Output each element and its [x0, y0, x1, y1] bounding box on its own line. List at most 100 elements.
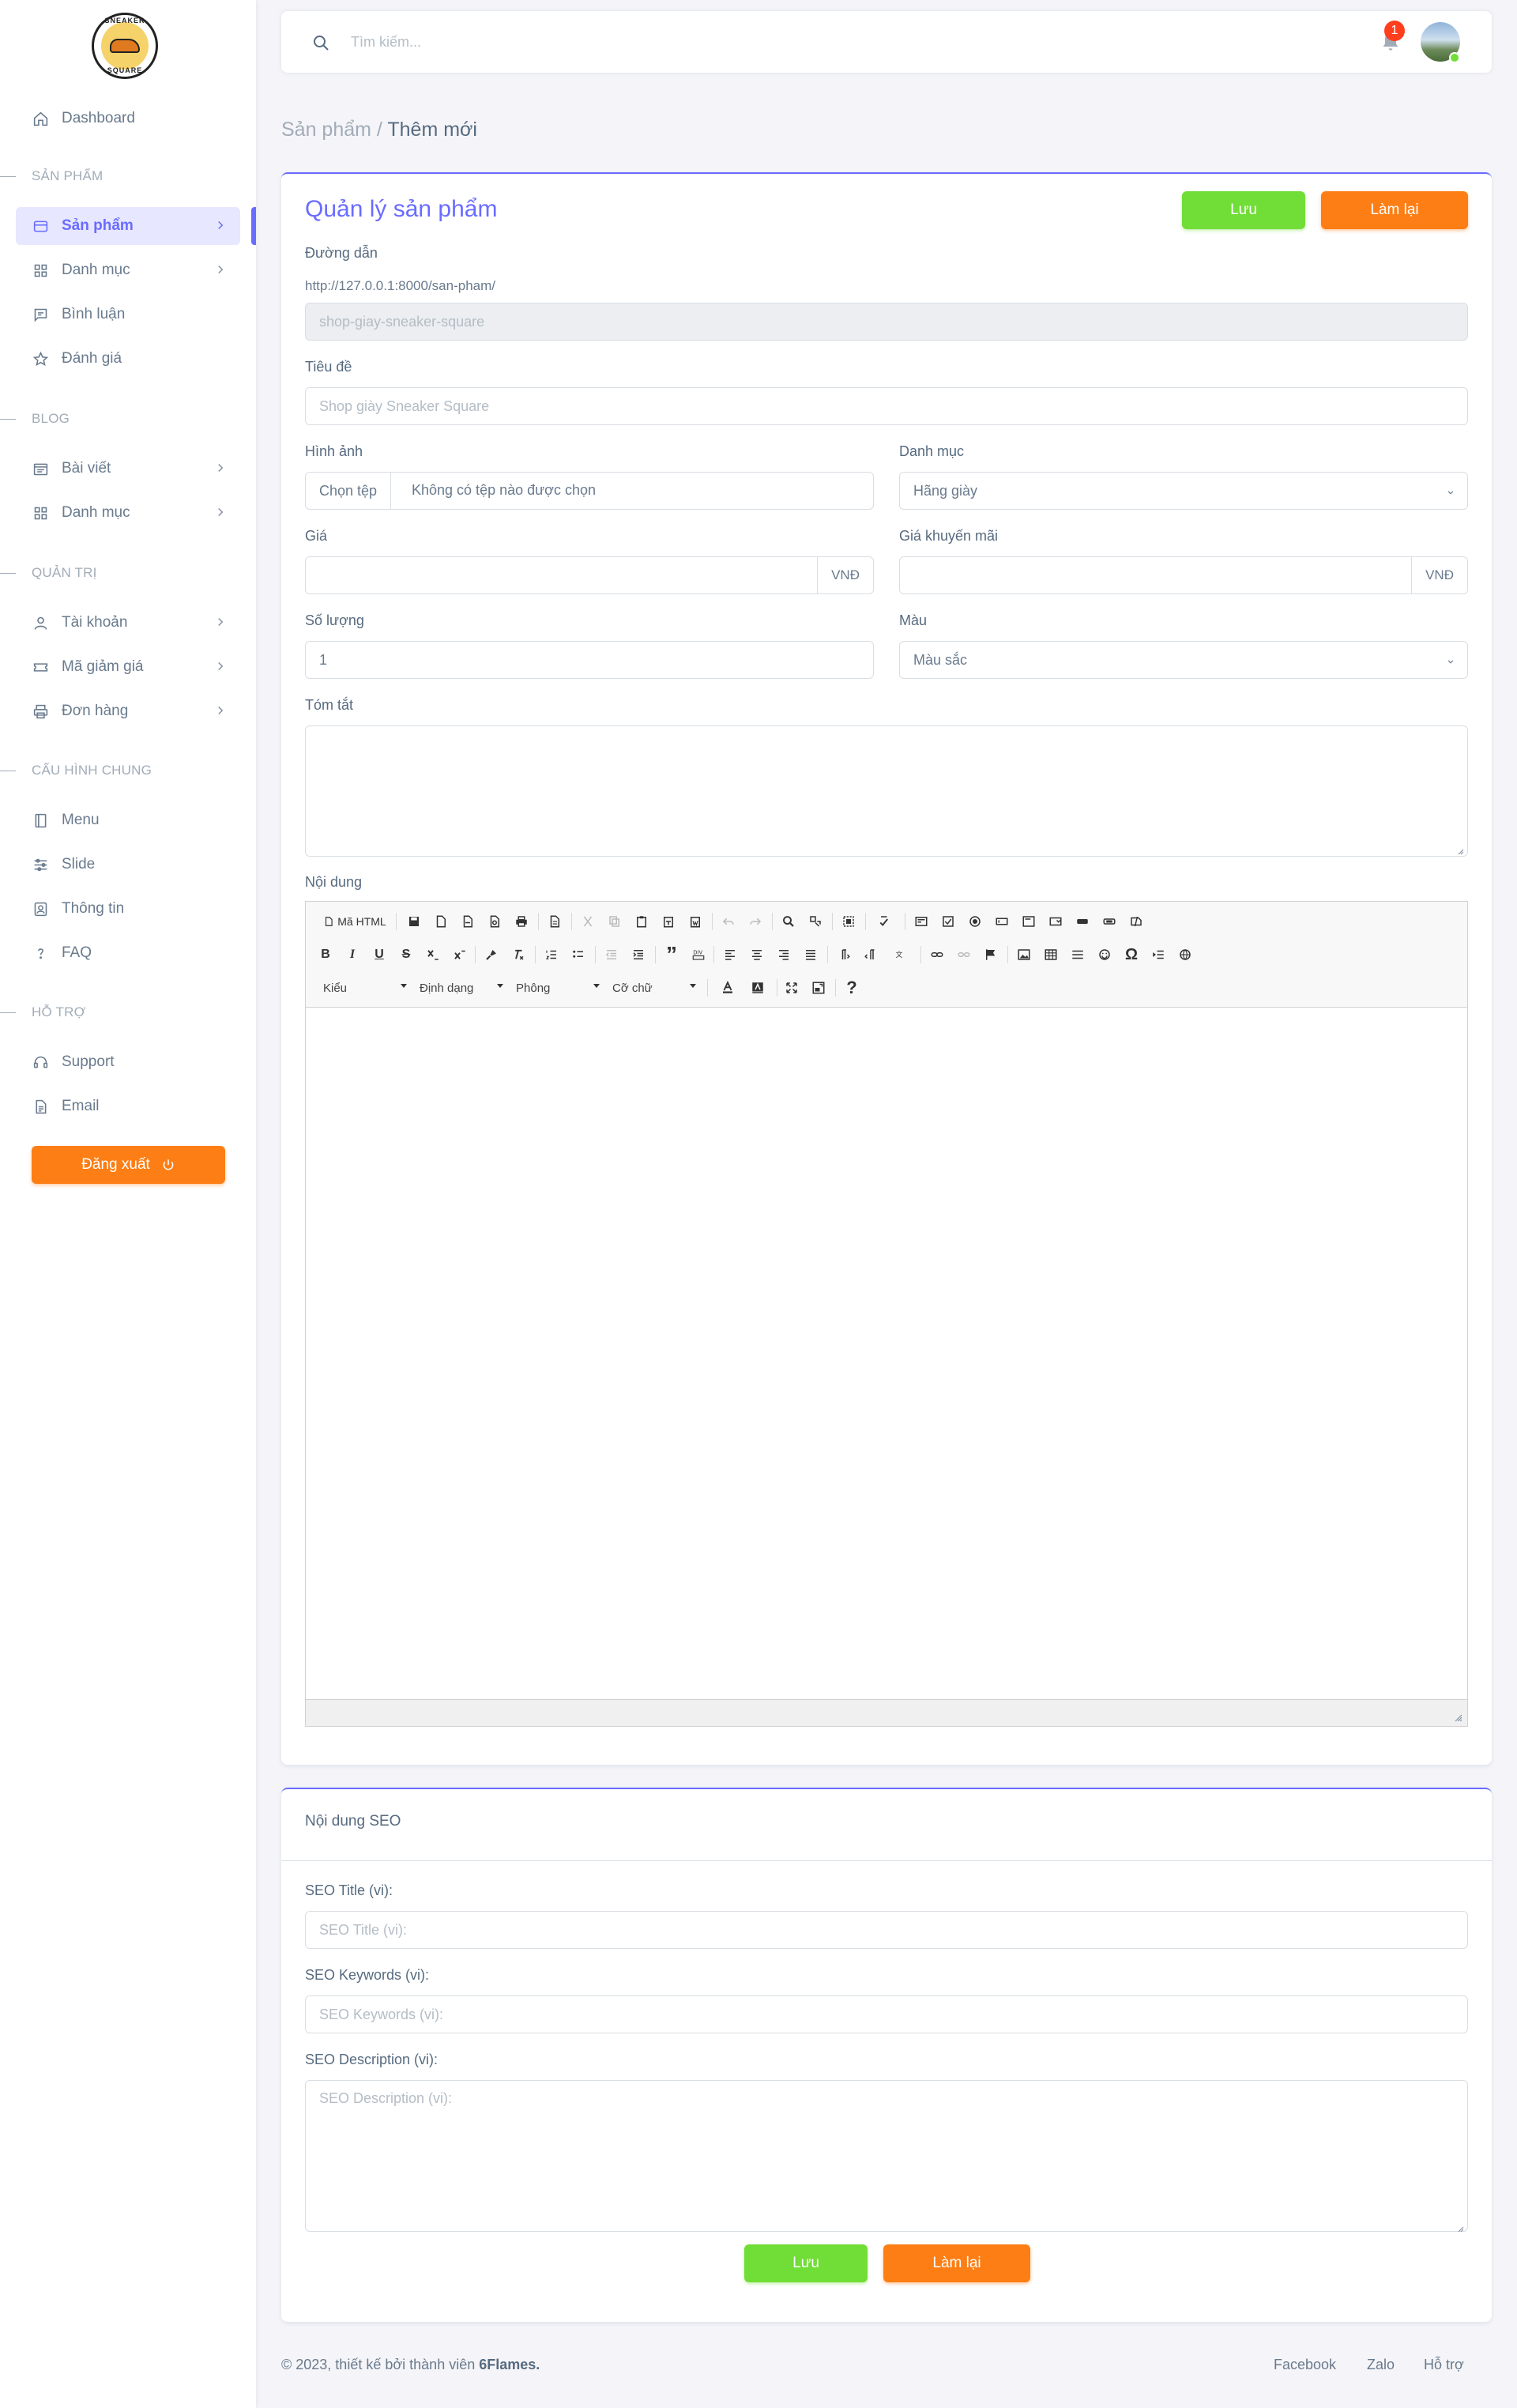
outdent-icon[interactable] [601, 944, 622, 965]
textfield-icon[interactable] [992, 911, 1012, 932]
quantity-field[interactable]: 1 [305, 641, 874, 679]
redo-icon[interactable] [745, 911, 766, 932]
title-field[interactable]: Shop giày Sneaker Square [305, 387, 1468, 425]
save-icon[interactable] [404, 911, 424, 932]
link-icon[interactable] [927, 944, 947, 965]
help-button[interactable]: ? [841, 978, 862, 998]
sidebar-item-comments[interactable]: Bình luận [16, 296, 240, 334]
seo-description-textarea[interactable]: SEO Description (vi): [305, 2080, 1468, 2233]
sidebar-item-email[interactable]: Email [16, 1087, 240, 1125]
sidebar-item-blog-categories[interactable]: Danh mục [16, 494, 240, 532]
div-container-icon[interactable]: DIV [688, 944, 709, 965]
smiley-icon[interactable] [1094, 944, 1115, 965]
sidebar-item-support[interactable]: Support [16, 1043, 240, 1081]
sale-price-field[interactable]: VNĐ [899, 556, 1468, 594]
remove-format-icon[interactable] [508, 944, 529, 965]
undo-icon[interactable] [718, 911, 739, 932]
horizontal-rule-icon[interactable] [1067, 944, 1088, 965]
align-justify-icon[interactable] [800, 944, 821, 965]
find-icon[interactable] [778, 911, 799, 932]
textarea-icon[interactable] [1018, 911, 1039, 932]
background-color-icon[interactable] [743, 978, 772, 998]
sidebar-item-faq[interactable]: FAQ [16, 934, 240, 972]
special-char-icon[interactable]: Ω [1121, 944, 1142, 965]
blockquote-icon[interactable]: ” [661, 942, 682, 967]
ltr-icon[interactable] [834, 944, 854, 965]
underline-button[interactable]: U [371, 944, 388, 965]
sidebar-item-info[interactable]: Thông tin [16, 890, 240, 928]
cut-icon[interactable] [578, 911, 598, 932]
export-pdf-icon[interactable] [457, 911, 478, 932]
hidden-field-icon[interactable] [1126, 911, 1146, 932]
image-icon[interactable] [1014, 944, 1034, 965]
anchor-flag-icon[interactable] [981, 944, 1001, 965]
form-icon[interactable] [911, 911, 932, 932]
format-combo[interactable]: Định dạng [420, 978, 506, 998]
size-combo[interactable]: Cỡ chữ [612, 978, 699, 998]
text-color-icon[interactable] [713, 978, 742, 998]
sidebar-item-categories[interactable]: Danh mục [16, 251, 240, 289]
category-select[interactable]: Hãng giày [899, 472, 1468, 510]
sidebar-item-slide[interactable]: Slide [16, 846, 240, 884]
search-input[interactable] [351, 28, 983, 55]
maximize-icon[interactable] [781, 978, 802, 998]
unlink-icon[interactable] [954, 944, 974, 965]
paste-text-icon[interactable] [658, 911, 679, 932]
seo-reset-button[interactable]: Làm lại [883, 2244, 1030, 2282]
sidebar-item-products[interactable]: Sản phẩm [16, 207, 240, 245]
rtl-icon[interactable] [860, 944, 881, 965]
bold-button[interactable]: B [317, 944, 334, 965]
show-blocks-icon[interactable] [808, 978, 829, 998]
color-select[interactable]: Màu sắc [899, 641, 1468, 679]
strikethrough-button[interactable]: S [397, 944, 415, 965]
templates-icon[interactable] [544, 911, 565, 932]
sidebar-item-menu[interactable]: Menu [16, 801, 240, 839]
bullet-list-icon[interactable] [568, 944, 589, 965]
italic-button[interactable]: I [344, 944, 361, 965]
editor-content-area[interactable] [306, 1008, 1467, 1700]
subscript-icon[interactable] [424, 944, 442, 965]
numbered-list-icon[interactable] [541, 944, 562, 965]
choose-file-button[interactable]: Chọn tệp [306, 473, 392, 509]
copy-format-icon[interactable] [481, 944, 502, 965]
indent-icon[interactable] [628, 944, 649, 965]
align-left-icon[interactable] [720, 944, 740, 965]
image-file-input[interactable]: Chọn tệp Không có tệp nào được chọn [305, 472, 874, 510]
sidebar-item-coupons[interactable]: Mã giảm giá [16, 648, 240, 686]
sidebar-item-ratings[interactable]: Đánh giá [16, 340, 240, 378]
paste-icon[interactable] [631, 911, 652, 932]
font-combo[interactable]: Phông [516, 978, 603, 998]
footer-link-facebook[interactable]: Facebook [1274, 2357, 1336, 2373]
summary-textarea[interactable] [305, 725, 1468, 857]
reset-button[interactable]: Làm lại [1321, 191, 1468, 229]
sidebar-item-posts[interactable]: Bài viết [16, 450, 240, 488]
image-button-icon[interactable] [1099, 911, 1120, 932]
print-icon[interactable] [511, 911, 532, 932]
footer-link-zalo[interactable]: Zalo [1367, 2357, 1395, 2373]
sidebar-item-accounts[interactable]: Tài khoản [16, 604, 240, 642]
superscript-icon[interactable] [451, 944, 469, 965]
seo-title-field[interactable]: SEO Title (vi): [305, 1911, 1468, 1949]
slug-field[interactable]: shop-giay-sneaker-square [305, 303, 1468, 341]
checkbox-icon[interactable] [938, 911, 958, 932]
resize-grip-icon[interactable] [1456, 845, 1464, 855]
style-combo[interactable]: Kiểu [323, 978, 410, 998]
iframe-globe-icon[interactable] [1175, 944, 1195, 965]
paste-word-icon[interactable] [685, 911, 706, 932]
preview-icon[interactable] [484, 911, 505, 932]
spellcheck-icon[interactable] [871, 911, 900, 932]
price-field[interactable]: VNĐ [305, 556, 874, 594]
language-icon[interactable]: 文 [887, 944, 916, 965]
select-icon[interactable] [1045, 911, 1066, 932]
radio-icon[interactable] [965, 911, 985, 932]
new-page-icon[interactable] [431, 911, 451, 932]
button-icon[interactable] [1072, 911, 1093, 932]
table-icon[interactable] [1041, 944, 1061, 965]
footer-link-support[interactable]: Hỗ trợ [1424, 2357, 1464, 2373]
select-all-icon[interactable] [838, 911, 859, 932]
sidebar-item-dashboard[interactable]: Dashboard [16, 100, 240, 138]
brand-logo[interactable]: SNEAKER SQUARE [92, 13, 158, 79]
source-html-button[interactable]: Mã HTML [318, 911, 391, 932]
align-center-icon[interactable] [747, 944, 767, 965]
breadcrumb-parent[interactable]: Sản phẩm / [281, 119, 382, 141]
